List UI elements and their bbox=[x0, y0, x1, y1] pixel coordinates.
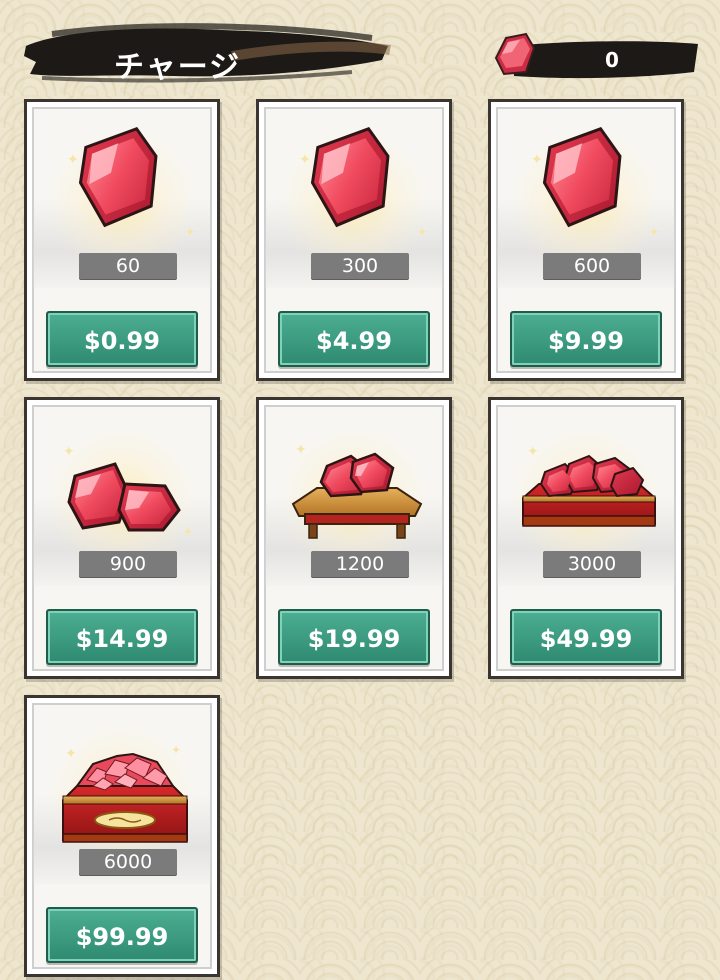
buy-button[interactable]: $4.99 bbox=[278, 311, 430, 367]
svg-text:✦: ✦ bbox=[171, 743, 181, 757]
pack-card-600: ✦ ✦ 600 $9.99 bbox=[488, 99, 684, 381]
buy-button[interactable]: $49.99 bbox=[510, 609, 662, 665]
svg-text:✦: ✦ bbox=[299, 152, 311, 168]
svg-text:✦: ✦ bbox=[417, 225, 427, 239]
buy-button[interactable]: $19.99 bbox=[278, 609, 430, 665]
svg-text:✦: ✦ bbox=[185, 225, 195, 239]
gem-amount: 900 bbox=[79, 551, 177, 577]
red-gem-icon bbox=[494, 32, 536, 76]
svg-text:✦: ✦ bbox=[63, 444, 75, 460]
page-title: チャージ bbox=[114, 50, 242, 85]
svg-text:✦: ✦ bbox=[527, 444, 539, 460]
gem-amount: 6000 bbox=[79, 849, 177, 875]
svg-text:✦: ✦ bbox=[67, 152, 79, 168]
svg-text:✦: ✦ bbox=[531, 152, 543, 168]
gem-amount: 3000 bbox=[543, 551, 641, 577]
title-banner: チャージ bbox=[22, 16, 392, 88]
svg-text:✦: ✦ bbox=[295, 442, 307, 458]
buy-button[interactable]: $9.99 bbox=[510, 311, 662, 367]
pack-card-300: ✦ ✦ 300 $4.99 bbox=[256, 99, 452, 381]
gem-amount: 300 bbox=[311, 253, 409, 279]
buy-button[interactable]: $0.99 bbox=[46, 311, 198, 367]
currency-value: 0 bbox=[605, 48, 619, 72]
svg-text:✦: ✦ bbox=[649, 225, 659, 239]
buy-button[interactable]: $99.99 bbox=[46, 907, 198, 963]
svg-text:✦: ✦ bbox=[65, 746, 77, 762]
svg-text:✦: ✦ bbox=[183, 525, 193, 539]
pack-card-900: ✦ ✦ 900 $14.99 bbox=[24, 397, 220, 679]
gem-amount: 1200 bbox=[311, 551, 409, 577]
pack-card-60: ✦ ✦ 60 $0.99 bbox=[24, 99, 220, 381]
currency-display: 0 bbox=[492, 32, 702, 84]
pack-card-6000: ✦ ✦ 6000 $99.99 bbox=[24, 695, 220, 977]
buy-button[interactable]: $14.99 bbox=[46, 609, 198, 665]
gem-amount: 60 bbox=[79, 253, 177, 279]
pack-card-1200: ✦ 1200 $19.99 bbox=[256, 397, 452, 679]
gem-amount: 600 bbox=[543, 253, 641, 279]
pack-card-3000: ✦ 3000 $49.99 bbox=[488, 397, 684, 679]
